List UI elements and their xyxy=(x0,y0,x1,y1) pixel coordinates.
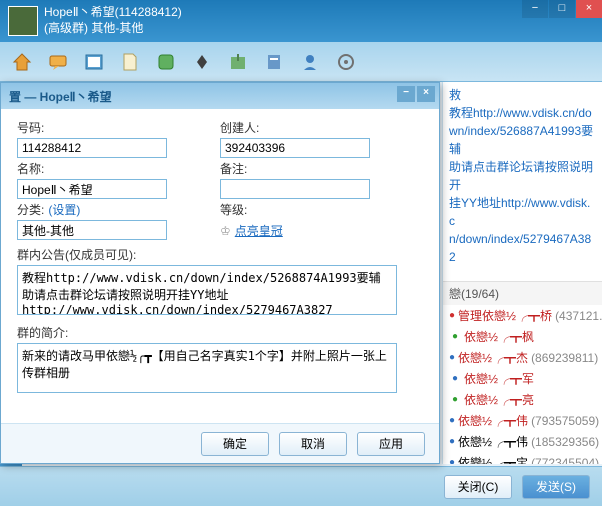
maximize-button[interactable]: □ xyxy=(549,0,575,18)
member-item[interactable]: ●依戀½╭┳杰(869239811) xyxy=(443,347,602,368)
right-panel: 救 教程http://www.vdisk.cn/do wn/index/5268… xyxy=(442,82,602,464)
category-input[interactable] xyxy=(17,220,167,240)
member-name: 依戀½╭┳伟 xyxy=(458,412,528,429)
status-icon: ● xyxy=(449,331,461,343)
ok-button[interactable]: 确定 xyxy=(201,432,269,456)
member-item[interactable]: ●依戀½╭┳宝(772345504) xyxy=(443,452,602,464)
intro-textarea[interactable] xyxy=(17,343,397,393)
member-id: (772345504) xyxy=(531,456,599,465)
album-icon[interactable] xyxy=(78,46,110,78)
category-settings-link[interactable]: (设置) xyxy=(48,203,80,217)
member-id: (793575059) xyxy=(531,414,599,428)
member-item[interactable]: ●依戀½╭┳亮 xyxy=(443,389,602,410)
files-icon[interactable] xyxy=(114,46,146,78)
number-input[interactable] xyxy=(17,138,167,158)
remark-input[interactable] xyxy=(220,179,370,199)
main-titlebar: HopeⅡ丶希望(114288412) (高级群) 其他-其他 − □ × xyxy=(0,0,602,42)
intro-label: 群的简介: xyxy=(17,326,68,340)
status-icon: ● xyxy=(449,436,455,448)
category-label: 分类:(设置) xyxy=(17,201,210,218)
tool1-icon[interactable] xyxy=(222,46,254,78)
tool2-icon[interactable] xyxy=(258,46,290,78)
status-icon: ● xyxy=(449,352,455,364)
cancel-button[interactable]: 取消 xyxy=(279,432,347,456)
member-name: 依戀½╭┳军 xyxy=(464,370,534,387)
modal-close-button[interactable]: × xyxy=(417,86,435,102)
member-name: 依戀½╭┳伟 xyxy=(458,433,528,450)
status-icon: ● xyxy=(449,310,455,322)
app-icon[interactable] xyxy=(150,46,182,78)
settings-icon[interactable] xyxy=(330,46,362,78)
title-line2: (高级群) 其他-其他 xyxy=(44,21,182,37)
creator-label: 创建人: xyxy=(220,119,413,136)
status-icon: ● xyxy=(449,373,461,385)
modal-minimize-button[interactable]: − xyxy=(397,86,415,102)
close-chat-button[interactable]: 关闭(C) xyxy=(444,475,512,499)
member-id: (869239811) xyxy=(531,351,598,365)
status-icon: ● xyxy=(449,457,455,465)
member-item[interactable]: ●依戀½╭┳枫 xyxy=(443,326,602,347)
group-settings-modal: 置 — HopeⅡ丶希望 − × 号码: 创建人: 名称: xyxy=(0,82,440,464)
remark-label: 备注: xyxy=(220,160,413,177)
member-name: 依戀½╭┳亮 xyxy=(464,391,534,408)
member-list: ●管理依戀½╭┳桥(437121...●依戀½╭┳枫●依戀½╭┳杰(869239… xyxy=(443,305,602,464)
status-icon: ● xyxy=(449,394,461,406)
level-label: 等级: xyxy=(220,201,413,218)
main-toolbar xyxy=(0,42,602,82)
announce-label: 群内公告(仅成员可见): xyxy=(17,248,136,262)
status-icon: ● xyxy=(449,415,455,427)
crown-icon: ♔ xyxy=(220,224,231,238)
tool3-icon[interactable] xyxy=(294,46,326,78)
send-button[interactable]: 发送(S) xyxy=(522,475,590,499)
home-icon[interactable] xyxy=(6,46,38,78)
number-label: 号码: xyxy=(17,119,210,136)
modal-title-text: 置 — HopeⅡ丶希望 xyxy=(9,88,112,105)
crown-link[interactable]: 点亮皇冠 xyxy=(235,222,283,239)
member-name: 依戀½╭┳杰 xyxy=(458,349,528,366)
apply-button[interactable]: 应用 xyxy=(357,432,425,456)
announce-preview: 救 教程http://www.vdisk.cn/do wn/index/5268… xyxy=(443,82,602,282)
member-id: (185329356) xyxy=(531,435,599,449)
member-name: 依戀½╭┳枫 xyxy=(464,328,534,345)
member-item[interactable]: ●依戀½╭┳伟(793575059) xyxy=(443,410,602,431)
chat-icon[interactable] xyxy=(42,46,74,78)
bottom-bar: 关闭(C) 发送(S) xyxy=(0,466,602,506)
game-icon[interactable] xyxy=(186,46,218,78)
creator-input[interactable] xyxy=(220,138,370,158)
member-name: 依戀½╭┳宝 xyxy=(458,454,528,464)
member-item[interactable]: ●依戀½╭┳伟(185329356) xyxy=(443,431,602,452)
name-label: 名称: xyxy=(17,160,210,177)
name-input[interactable] xyxy=(17,179,167,199)
group-avatar xyxy=(8,6,38,36)
modal-titlebar: 置 — HopeⅡ丶希望 − × xyxy=(1,83,439,109)
close-button[interactable]: × xyxy=(576,0,602,18)
member-item[interactable]: ●管理依戀½╭┳桥(437121... xyxy=(443,305,602,326)
member-name: 管理依戀½╭┳桥 xyxy=(458,307,552,324)
member-id: (437121... xyxy=(555,309,602,323)
member-item[interactable]: ●依戀½╭┳军 xyxy=(443,368,602,389)
announce-textarea[interactable] xyxy=(17,265,397,315)
title-line1: HopeⅡ丶希望(114288412) xyxy=(44,5,182,21)
minimize-button[interactable]: − xyxy=(522,0,548,18)
member-header: 戀(19/64) xyxy=(443,282,602,305)
